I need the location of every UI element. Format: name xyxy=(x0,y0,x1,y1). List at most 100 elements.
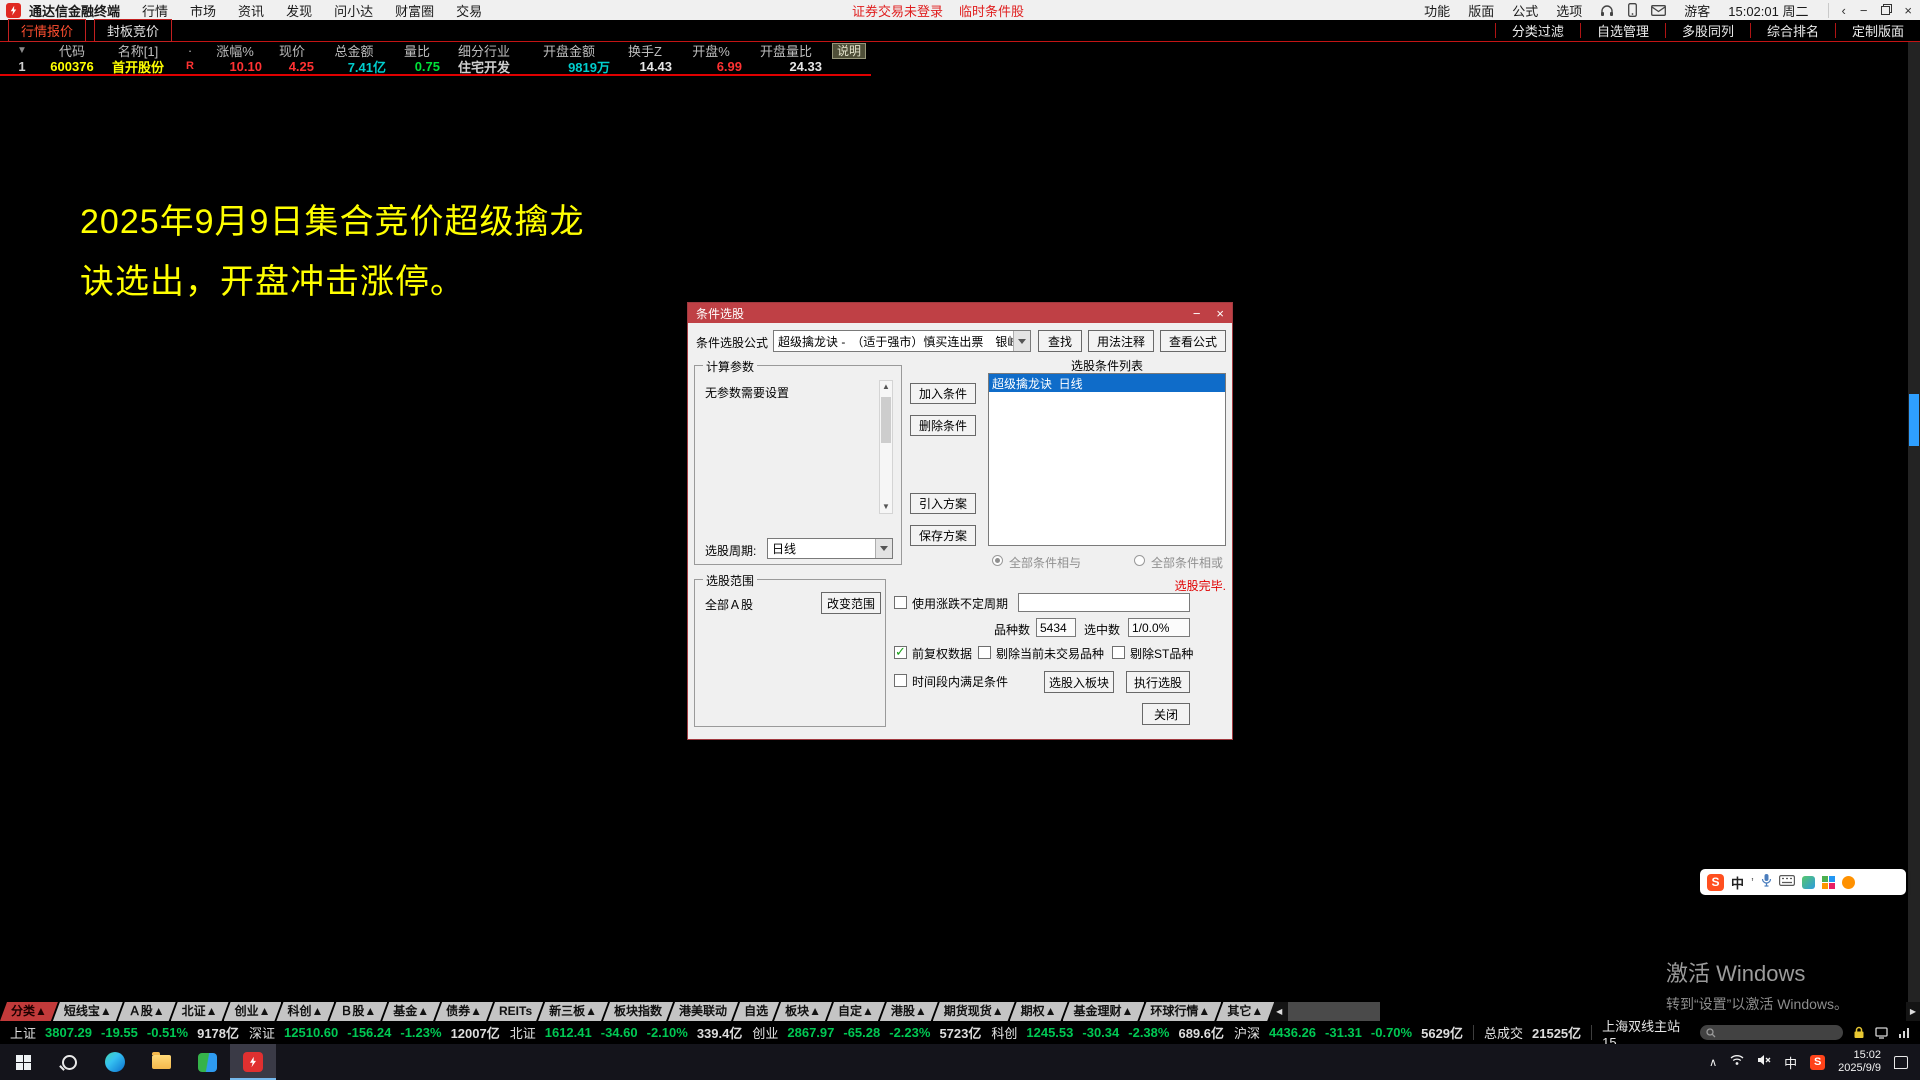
action-center-icon[interactable] xyxy=(1894,1056,1908,1069)
add-condition-button[interactable]: 加入条件 xyxy=(910,383,976,404)
user-guest[interactable]: 游客 xyxy=(1684,1,1710,20)
market-tab-hk[interactable]: 港股▲ xyxy=(880,1002,938,1021)
dialog-minimize-icon[interactable]: − xyxy=(1193,306,1201,321)
dialog-title-bar[interactable]: 条件选股 − × xyxy=(688,303,1232,323)
scrollbar-thumb[interactable] xyxy=(881,397,891,443)
market-tab-bse[interactable]: 北证▲ xyxy=(171,1002,229,1021)
note-badge[interactable]: 说明 xyxy=(826,42,872,59)
ime-punctuation[interactable]: ’ xyxy=(1751,875,1754,890)
market-tab-star[interactable]: 科创▲ xyxy=(276,1002,334,1021)
start-button[interactable] xyxy=(0,1044,46,1080)
btn-composite-rank[interactable]: 综合排名 xyxy=(1750,23,1835,38)
market-tab-global[interactable]: 环球行情▲ xyxy=(1139,1002,1221,1021)
col-dot[interactable]: · xyxy=(176,42,204,59)
col-change-pct[interactable]: 涨幅% xyxy=(204,42,266,59)
market-tab-sector-index[interactable]: 板块指数 xyxy=(603,1002,673,1021)
menu-ask[interactable]: 问小达 xyxy=(334,1,373,20)
restore-icon[interactable] xyxy=(1881,6,1890,15)
index-sse[interactable]: 上证3807.29-19.55-0.51%9178亿 xyxy=(10,1023,239,1042)
delete-condition-button[interactable]: 删除条件 xyxy=(910,415,976,436)
sogou-ime-bar[interactable]: S 中 ’ xyxy=(1700,869,1906,895)
sogou-logo-icon[interactable]: S xyxy=(1707,874,1724,891)
market-tab-hk-us[interactable]: 港美联动 xyxy=(668,1002,738,1021)
microphone-icon[interactable] xyxy=(1761,873,1772,892)
tab-quote-report[interactable]: 行情报价 xyxy=(8,19,86,42)
file-explorer-button[interactable] xyxy=(138,1044,184,1080)
checkbox-exclude-st[interactable] xyxy=(1112,646,1125,659)
radio-all-or[interactable] xyxy=(1134,555,1145,566)
headset-icon[interactable] xyxy=(1600,4,1614,17)
find-button[interactable]: 查找 xyxy=(1038,330,1082,352)
index-bse[interactable]: 北证1612.41-34.60-2.10%339.4亿 xyxy=(510,1023,743,1042)
minimize-icon[interactable]: − xyxy=(1860,3,1868,18)
ime-settings-icon[interactable] xyxy=(1842,876,1855,889)
app-button-green[interactable] xyxy=(184,1044,230,1080)
network-icon[interactable] xyxy=(1730,1053,1744,1071)
checkbox-exclude-untraded[interactable] xyxy=(978,646,991,659)
ime-skin-icon[interactable] xyxy=(1802,876,1815,889)
view-formula-button[interactable]: 查看公式 xyxy=(1160,330,1226,352)
col-open-pct[interactable]: 开盘% xyxy=(676,42,746,59)
market-tab-others[interactable]: 其它▲ xyxy=(1216,1002,1274,1021)
index-szse[interactable]: 深证12510.60-156.24-1.23%12007亿 xyxy=(249,1023,500,1042)
market-tab-neeq[interactable]: 新三板▲ xyxy=(538,1002,608,1021)
index-star50[interactable]: 科创1245.53-30.34-2.38%689.6亿 xyxy=(991,1023,1224,1042)
btn-custom-layout[interactable]: 定制版面 xyxy=(1835,23,1920,38)
mail-icon[interactable] xyxy=(1651,5,1666,16)
usage-notes-button[interactable]: 用法注释 xyxy=(1088,330,1154,352)
market-tab-bshare[interactable]: Ｂ股▲ xyxy=(329,1002,387,1021)
condition-list-item-selected[interactable]: 超级擒龙诀 日线 xyxy=(989,374,1225,392)
market-tab-chinext[interactable]: 创业▲ xyxy=(224,1002,282,1021)
tdx-app-button[interactable] xyxy=(230,1044,276,1080)
taskbar-clock[interactable]: 15:02 2025/9/9 xyxy=(1838,1049,1881,1075)
lock-icon[interactable] xyxy=(1853,1026,1865,1039)
dialog-close-icon[interactable]: × xyxy=(1216,306,1224,321)
main-scrollbar-thumb[interactable] xyxy=(1909,394,1919,446)
col-open-vol-ratio[interactable]: 开盘量比 xyxy=(746,42,826,59)
period-combobox[interactable]: 日线 xyxy=(767,538,893,559)
ime-toolbox-icon[interactable] xyxy=(1822,876,1835,889)
params-scrollbar[interactable]: ▲ ▼ xyxy=(879,380,893,514)
main-scrollbar[interactable] xyxy=(1908,42,1920,1002)
condition-listbox[interactable]: 超级擒龙诀 日线 xyxy=(988,373,1226,546)
menu-market[interactable]: 市场 xyxy=(190,1,216,20)
table-row[interactable]: 1 600376 首开股份 R 10.10 4.25 7.41亿 0.75 住宅… xyxy=(0,59,880,73)
trade-not-logged-in[interactable]: 证券交易未登录 xyxy=(852,1,943,20)
temp-condition-stock[interactable]: 临时条件股 xyxy=(959,1,1024,20)
edge-browser-button[interactable] xyxy=(92,1044,138,1080)
ime-indicator[interactable]: 中 xyxy=(1784,1053,1797,1072)
formula-dropdown-icon[interactable] xyxy=(1013,331,1030,351)
checkbox-updown-period[interactable] xyxy=(894,596,907,609)
sogou-tray-icon[interactable]: S xyxy=(1810,1055,1825,1070)
market-tab-bonds[interactable]: 债券▲ xyxy=(435,1002,493,1021)
change-range-button[interactable]: 改变范围 xyxy=(821,592,881,614)
market-tab-reits[interactable]: REITs xyxy=(488,1002,543,1021)
save-plan-button[interactable]: 保存方案 xyxy=(910,525,976,546)
quick-search-input[interactable] xyxy=(1700,1025,1843,1040)
scroll-up-icon[interactable]: ▲ xyxy=(882,381,890,393)
speaker-muted-icon[interactable] xyxy=(1757,1053,1771,1071)
tab-limit-auction[interactable]: 封板竞价 xyxy=(94,19,172,42)
close-button[interactable]: 关闭 xyxy=(1142,703,1190,725)
radio-all-and[interactable] xyxy=(992,555,1003,566)
menu-layout[interactable]: 版面 xyxy=(1468,1,1494,20)
filter-icon[interactable]: ▼ xyxy=(0,42,44,59)
menu-trade[interactable]: 交易 xyxy=(456,1,482,20)
close-icon[interactable]: × xyxy=(1904,3,1912,18)
market-tab-shortline[interactable]: 短线宝▲ xyxy=(53,1002,123,1021)
period-dropdown-icon[interactable] xyxy=(875,539,892,558)
menu-options[interactable]: 选项 xyxy=(1556,1,1582,20)
market-tab-sectors[interactable]: 板块▲ xyxy=(774,1002,832,1021)
market-tab-ashare[interactable]: Ａ股▲ xyxy=(118,1002,176,1021)
btn-multi-stock[interactable]: 多股同列 xyxy=(1665,23,1750,38)
keyboard-icon[interactable] xyxy=(1779,873,1795,891)
select-into-block-button[interactable]: 选股入板块 xyxy=(1044,671,1114,693)
updown-period-input[interactable] xyxy=(1018,593,1190,612)
menu-news[interactable]: 资讯 xyxy=(238,1,264,20)
col-turnover-z[interactable]: 换手Z xyxy=(614,42,676,59)
market-tab-funds[interactable]: 基金▲ xyxy=(382,1002,440,1021)
menu-wealth-circle[interactable]: 财富圈 xyxy=(395,1,434,20)
checkbox-timespan[interactable] xyxy=(894,674,907,687)
market-tab-watchlist[interactable]: 自选 xyxy=(733,1002,779,1021)
taskbar-search-button[interactable] xyxy=(46,1044,92,1080)
